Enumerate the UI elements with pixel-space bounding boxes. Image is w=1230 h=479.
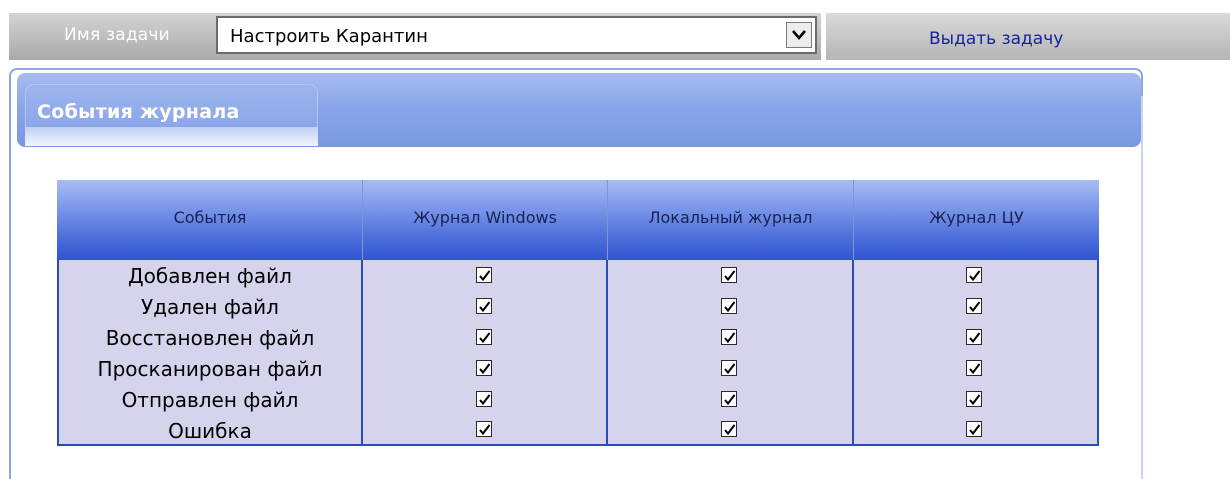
checkbox-cu-log[interactable] — [966, 391, 982, 407]
checkmark-icon — [969, 301, 981, 313]
checkmark-icon — [479, 424, 491, 436]
checkmark-icon — [969, 394, 981, 406]
column-header-events: События — [173, 208, 247, 227]
checkmark-icon — [724, 394, 736, 406]
issue-task-button[interactable]: Выдать задачу — [929, 29, 1063, 49]
tab-log-events-label: События журнала — [37, 101, 240, 123]
checkbox-cu-log[interactable] — [966, 421, 982, 437]
checkbox-local-log[interactable] — [721, 360, 737, 376]
task-select[interactable]: Настроить Карантин — [216, 16, 817, 54]
event-label: Добавлен файл — [128, 264, 292, 288]
panel-right-border — [1141, 96, 1143, 479]
checkbox-local-log[interactable] — [721, 421, 737, 437]
checkmark-icon — [479, 270, 491, 282]
checkbox-cu-log[interactable] — [966, 329, 982, 345]
checkmark-icon — [479, 301, 491, 313]
checkbox-cu-log[interactable] — [966, 298, 982, 314]
checkbox-local-log[interactable] — [721, 298, 737, 314]
tab-highlight — [25, 127, 318, 146]
checkmark-icon — [724, 424, 736, 436]
checkmark-icon — [969, 363, 981, 375]
checkmark-icon — [724, 270, 736, 282]
select-arrow-button[interactable] — [786, 22, 812, 48]
chevron-down-icon — [792, 30, 806, 40]
checkbox-windows-log[interactable] — [476, 329, 492, 345]
checkbox-windows-log[interactable] — [476, 298, 492, 314]
event-label: Ошибка — [168, 419, 252, 443]
event-label: Отправлен файл — [121, 388, 299, 412]
column-header-windows-log: Журнал Windows — [413, 208, 557, 227]
event-label: Восстановлен файл — [105, 326, 315, 350]
task-name-label: Имя задачи — [64, 25, 170, 45]
page: Имя задачи Настроить Карантин Выдать зад… — [0, 0, 1230, 479]
checkmark-icon — [969, 424, 981, 436]
task-select-value: Настроить Карантин — [230, 26, 428, 47]
checkbox-windows-log[interactable] — [476, 391, 492, 407]
column-header-local-log: Локальный журнал — [648, 208, 813, 227]
checkbox-local-log[interactable] — [721, 391, 737, 407]
checkbox-windows-log[interactable] — [476, 360, 492, 376]
event-label: Удален файл — [141, 295, 279, 319]
checkbox-local-log[interactable] — [721, 267, 737, 283]
column-header-cu-log: Журнал ЦУ — [929, 208, 1024, 227]
checkbox-windows-log[interactable] — [476, 267, 492, 283]
column-divider — [852, 260, 854, 446]
checkmark-icon — [724, 301, 736, 313]
column-divider — [606, 260, 608, 446]
checkbox-cu-log[interactable] — [966, 360, 982, 376]
checkmark-icon — [724, 332, 736, 344]
checkmark-icon — [479, 394, 491, 406]
checkbox-local-log[interactable] — [721, 329, 737, 345]
checkmark-icon — [724, 363, 736, 375]
checkbox-cu-log[interactable] — [966, 267, 982, 283]
checkbox-windows-log[interactable] — [476, 421, 492, 437]
checkmark-icon — [969, 270, 981, 282]
checkmark-icon — [479, 363, 491, 375]
checkmark-icon — [479, 332, 491, 344]
event-label: Просканирован файл — [97, 357, 323, 381]
checkmark-icon — [969, 332, 981, 344]
